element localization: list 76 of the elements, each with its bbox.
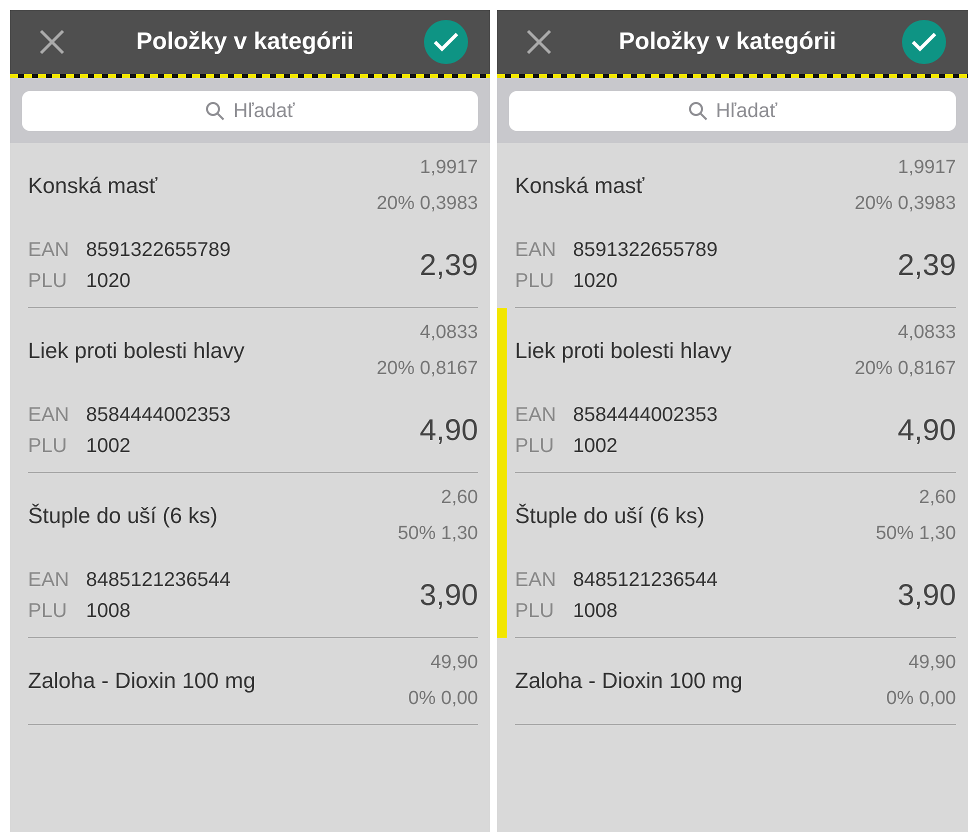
- item-name: Zaloha - Dioxin 100 mg: [515, 668, 742, 694]
- item-price: 4,90: [420, 414, 478, 448]
- close-button[interactable]: [38, 28, 66, 56]
- ean-code: 8591322655789: [573, 239, 718, 262]
- plu-label: PLU: [28, 270, 68, 293]
- ean-code: 8485121236544: [573, 569, 718, 592]
- plu-code: 1002: [86, 435, 130, 458]
- net-price: 2,60: [919, 487, 956, 509]
- item-name: Štuple do uší (6 ks): [28, 503, 218, 529]
- screen-title: Položky v kategórii: [618, 28, 836, 56]
- list-item[interactable]: Liek proti bolesti hlavy 4,0833 20% 0,8167 EAN 8584444002353 PLU 1002 4,90: [10, 308, 490, 473]
- list-item[interactable]: Štuple do uší (6 ks) 2,60 50% 1,30 EAN 8485121236544 PLU 1008 3,90: [497, 473, 968, 638]
- checkmark-icon: [911, 31, 937, 53]
- plu-code: 1020: [573, 270, 618, 293]
- item-price: 3,90: [898, 579, 956, 613]
- item-name: Konská masť: [515, 173, 644, 199]
- item-name: Štuple do uší (6 ks): [515, 503, 705, 529]
- item-price: 4,90: [898, 414, 956, 448]
- plu-label: PLU: [515, 600, 555, 623]
- plu-code: 1002: [573, 435, 618, 458]
- net-price: 2,60: [441, 487, 478, 509]
- list-item[interactable]: Konská masť 1,9917 20% 0,3983 EAN 8591322655789 PLU 1020 2,39: [497, 143, 968, 308]
- screen-title: Položky v kategórii: [136, 28, 354, 56]
- ean-label: EAN: [515, 239, 558, 262]
- list-item[interactable]: Konská masť 1,9917 20% 0,3983 EAN 8591322655789 PLU 1020 2,39: [10, 143, 490, 308]
- net-price: 1,9917: [898, 157, 956, 179]
- confirm-button[interactable]: [424, 20, 468, 64]
- list-item[interactable]: Liek proti bolesti hlavy 4,0833 20% 0,8167 EAN 8584444002353 PLU 1002 4,90: [497, 308, 968, 473]
- item-name: Konská masť: [28, 173, 158, 199]
- search-icon: [688, 101, 708, 121]
- item-price: 3,90: [420, 579, 478, 613]
- search-icon: [205, 101, 226, 121]
- search-placeholder: Hľadať: [716, 100, 778, 122]
- ean-label: EAN: [515, 404, 558, 427]
- net-price: 49,90: [908, 652, 956, 674]
- vat-amount: 50% 1,30: [876, 523, 956, 545]
- confirm-button[interactable]: [902, 20, 946, 64]
- net-price: 1,9917: [420, 157, 478, 179]
- plu-label: PLU: [28, 435, 68, 458]
- list-item[interactable]: Štuple do uší (6 ks) 2,60 50% 1,30 EAN 8485121236544 PLU 1008 3,90: [10, 473, 490, 638]
- plu-code: 1020: [86, 270, 130, 293]
- plu-label: PLU: [28, 600, 68, 623]
- list-item[interactable]: Zaloha - Dioxin 100 mg 49,90 0% 0,00: [10, 638, 490, 725]
- vat-amount: 20% 0,3983: [376, 193, 478, 215]
- vat-amount: 0% 0,00: [408, 688, 478, 710]
- net-price: 4,0833: [420, 322, 478, 344]
- vat-amount: 20% 0,8167: [854, 358, 956, 380]
- ean-label: EAN: [28, 239, 70, 262]
- plu-code: 1008: [573, 600, 618, 623]
- vat-amount: 0% 0,00: [886, 688, 956, 710]
- ean-label: EAN: [28, 569, 70, 592]
- net-price: 4,0833: [898, 322, 956, 344]
- item-name: Liek proti bolesti hlavy: [515, 338, 732, 364]
- checkmark-icon: [433, 31, 459, 53]
- ean-code: 8591322655789: [86, 239, 231, 262]
- ean-code: 8485121236544: [86, 569, 231, 592]
- plu-code: 1008: [86, 600, 130, 623]
- item-name: Zaloha - Dioxin 100 mg: [28, 668, 256, 694]
- vat-amount: 50% 1,30: [398, 523, 478, 545]
- ean-code: 8584444002353: [86, 404, 231, 427]
- ean-code: 8584444002353: [573, 404, 718, 427]
- vat-amount: 20% 0,3983: [854, 193, 956, 215]
- item-price: 2,39: [898, 249, 956, 283]
- plu-label: PLU: [515, 270, 555, 293]
- item-price: 2,39: [420, 249, 478, 283]
- list-item[interactable]: Zaloha - Dioxin 100 mg 49,90 0% 0,00: [497, 638, 968, 725]
- ean-label: EAN: [515, 569, 558, 592]
- close-icon: [38, 28, 66, 56]
- close-icon: [525, 28, 553, 56]
- vat-amount: 20% 0,8167: [376, 358, 478, 380]
- close-button[interactable]: [525, 28, 553, 56]
- search-placeholder: Hľadať: [233, 100, 295, 122]
- net-price: 49,90: [430, 652, 478, 674]
- ean-label: EAN: [28, 404, 70, 427]
- plu-label: PLU: [515, 435, 555, 458]
- item-name: Liek proti bolesti hlavy: [28, 338, 244, 364]
